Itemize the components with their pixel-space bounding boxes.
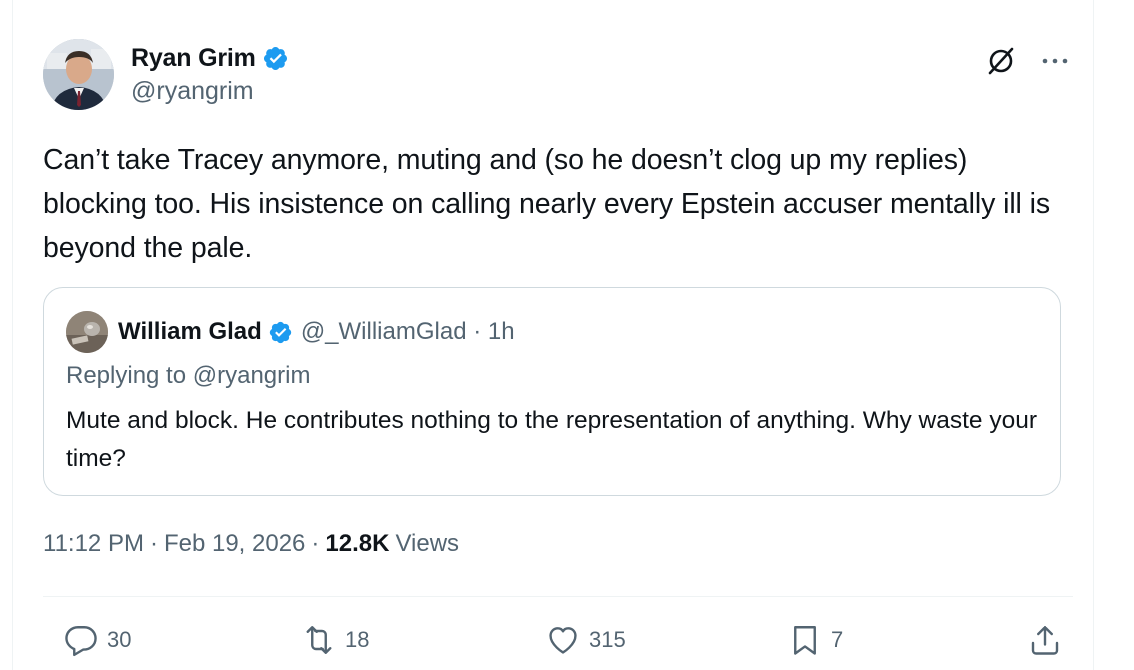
tweet-detail: Ryan Grim @ryangrim Can’t take Tracey an… <box>12 0 1094 670</box>
quoted-replying-to: Replying to @ryangrim <box>66 362 310 390</box>
share-icon <box>1027 622 1063 658</box>
replying-label: Replying to <box>66 362 187 389</box>
meta-separator: · <box>311 530 320 557</box>
tweet-top-actions <box>983 43 1073 79</box>
bookmark-button[interactable]: 7 <box>787 614 843 666</box>
reply-button[interactable]: 30 <box>63 614 131 666</box>
replying-handle[interactable]: @ryangrim <box>193 362 311 389</box>
like-icon <box>545 622 581 658</box>
views-count: 12.8K <box>325 530 390 557</box>
tweet-text: Can’t take Tracey anymore, muting and (s… <box>43 144 1050 264</box>
repost-count: 18 <box>345 627 370 652</box>
verified-badge-icon <box>268 320 293 345</box>
quoted-author-meta: @_WilliamGlad · 1h <box>300 318 515 345</box>
divider <box>43 596 1073 597</box>
quoted-tweet[interactable]: William Glad @_WilliamGlad · 1h Replying… <box>43 287 1061 496</box>
like-button[interactable]: 315 <box>545 614 626 666</box>
verified-badge-icon <box>262 45 289 72</box>
tweet-time[interactable]: 11:12 PM <box>43 530 144 558</box>
like-count: 315 <box>589 627 626 652</box>
bookmark-icon <box>787 622 823 658</box>
meta-separator: · <box>149 530 158 557</box>
reply-count: 30 <box>107 627 132 652</box>
quoted-author-avatar[interactable] <box>66 311 108 353</box>
reply-icon <box>63 622 99 658</box>
author-handle[interactable]: @ryangrim <box>131 77 289 106</box>
tweet-header: Ryan Grim @ryangrim <box>43 39 1073 111</box>
quoted-tweet-text: Mute and block. He contributes nothing t… <box>66 407 1038 472</box>
more-icon[interactable] <box>1037 43 1073 79</box>
bookmark-count: 7 <box>831 627 844 652</box>
author-names: Ryan Grim @ryangrim <box>131 41 289 106</box>
tweet-actions: 30 18 315 7 <box>43 614 1073 666</box>
repost-button[interactable]: 18 <box>301 614 369 666</box>
tweet-date[interactable]: Feb 19, 2026 <box>164 530 305 558</box>
views-label: Views <box>395 530 460 557</box>
author-avatar[interactable] <box>43 39 114 110</box>
share-button[interactable] <box>1027 614 1063 666</box>
quoted-author-display-name[interactable]: William Glad <box>118 318 262 346</box>
tweet-meta: 11:12 PM · Feb 19, 2026 · 12.8K Views <box>43 530 459 558</box>
author-display-name[interactable]: Ryan Grim <box>131 44 256 73</box>
quoted-tweet-header: William Glad @_WilliamGlad · 1h <box>66 310 515 354</box>
grok-icon[interactable] <box>983 43 1019 79</box>
repost-icon <box>301 622 337 658</box>
